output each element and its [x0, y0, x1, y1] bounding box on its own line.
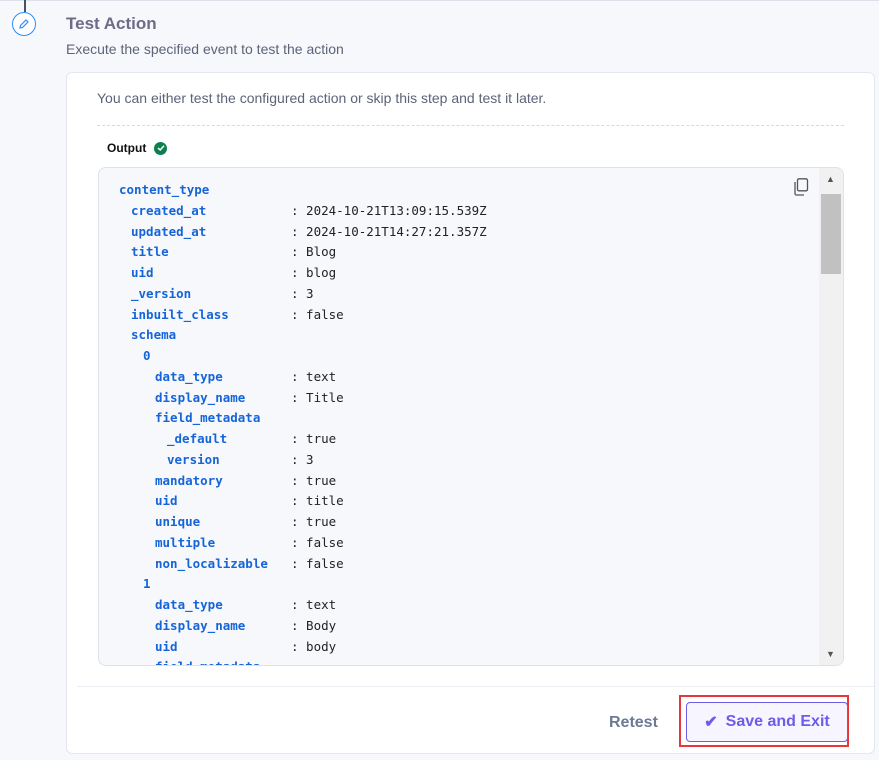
output-key: data_type	[155, 368, 223, 384]
output-key: mandatory	[155, 472, 223, 488]
output-key: multiple	[155, 534, 216, 550]
output-key: non_localizable	[155, 555, 268, 571]
output-key: created_at	[131, 202, 207, 218]
step-subtitle: Execute the specified event to test the …	[66, 41, 344, 57]
output-value: : 2024-10-21T13:09:15.539Z	[291, 202, 487, 218]
output-key: display_name	[155, 617, 246, 633]
output-key: inbuilt_class	[131, 306, 229, 322]
output-value: : Body	[291, 617, 337, 633]
scroll-down-icon[interactable]: ▼	[826, 649, 835, 659]
output-key: field_metadata	[155, 410, 261, 426]
info-text: You can either test the configured actio…	[97, 90, 547, 106]
retest-button[interactable]: Retest	[603, 713, 664, 733]
output-key: uid	[155, 638, 178, 654]
output-value: : true	[291, 514, 337, 529]
output-key: schema	[131, 327, 177, 343]
output-key: unique	[155, 514, 201, 529]
pencil-icon	[12, 12, 36, 36]
footer-divider	[77, 686, 874, 687]
test-action-card: You can either test the configured actio…	[66, 72, 875, 754]
output-value: : text	[291, 368, 337, 384]
scrollbar[interactable]: ▲ ▼	[819, 168, 843, 665]
checkmark-icon: ✔	[704, 714, 718, 731]
output-key: data_type	[155, 597, 223, 612]
output-key: uid	[155, 493, 178, 509]
scrollbar-thumb[interactable]	[821, 194, 841, 274]
output-key: title	[131, 244, 169, 260]
output-value: : 3	[291, 451, 314, 467]
output-header: Output	[107, 141, 168, 155]
step-connector	[24, 0, 26, 12]
output-key: 0	[143, 348, 151, 363]
output-value: : false	[291, 306, 344, 322]
output-value: : 3	[291, 285, 314, 301]
output-label: Output	[107, 141, 147, 155]
output-key: uid	[131, 265, 154, 280]
output-value: : Blog	[291, 244, 337, 260]
save-and-exit-button[interactable]: ✔ Save and Exit	[686, 702, 848, 742]
step-title: Test Action	[66, 14, 157, 33]
output-value: : text	[291, 597, 337, 612]
output-value: : false	[291, 555, 344, 571]
output-value: : body	[291, 638, 337, 654]
output-key: display_name	[155, 389, 246, 405]
check-circle-icon	[154, 141, 168, 155]
output-key: updated_at	[131, 223, 207, 239]
output-value: : 2024-10-21T14:27:21.357Z	[291, 223, 487, 239]
output-key: content_type	[119, 182, 210, 197]
output-value: : blog	[291, 265, 337, 280]
output-value: : true	[291, 472, 337, 488]
copy-icon[interactable]	[793, 178, 809, 196]
output-key: _version	[131, 285, 192, 301]
output-value: : title	[291, 493, 344, 509]
output-viewer: content_type created_at : 2024-10-21T13:09…	[98, 167, 844, 666]
output-value: : Title	[291, 389, 344, 405]
output-key: version	[167, 451, 220, 467]
output-key: _default	[167, 431, 228, 446]
top-divider	[0, 0, 879, 1]
save-label: Save and Exit	[725, 713, 830, 730]
divider	[97, 125, 844, 126]
output-key: field_metadata	[155, 657, 260, 665]
output-key: 1	[143, 576, 151, 592]
output-value: : true	[291, 431, 337, 446]
scroll-up-icon[interactable]: ▲	[826, 174, 835, 184]
output-value: : false	[291, 534, 344, 550]
